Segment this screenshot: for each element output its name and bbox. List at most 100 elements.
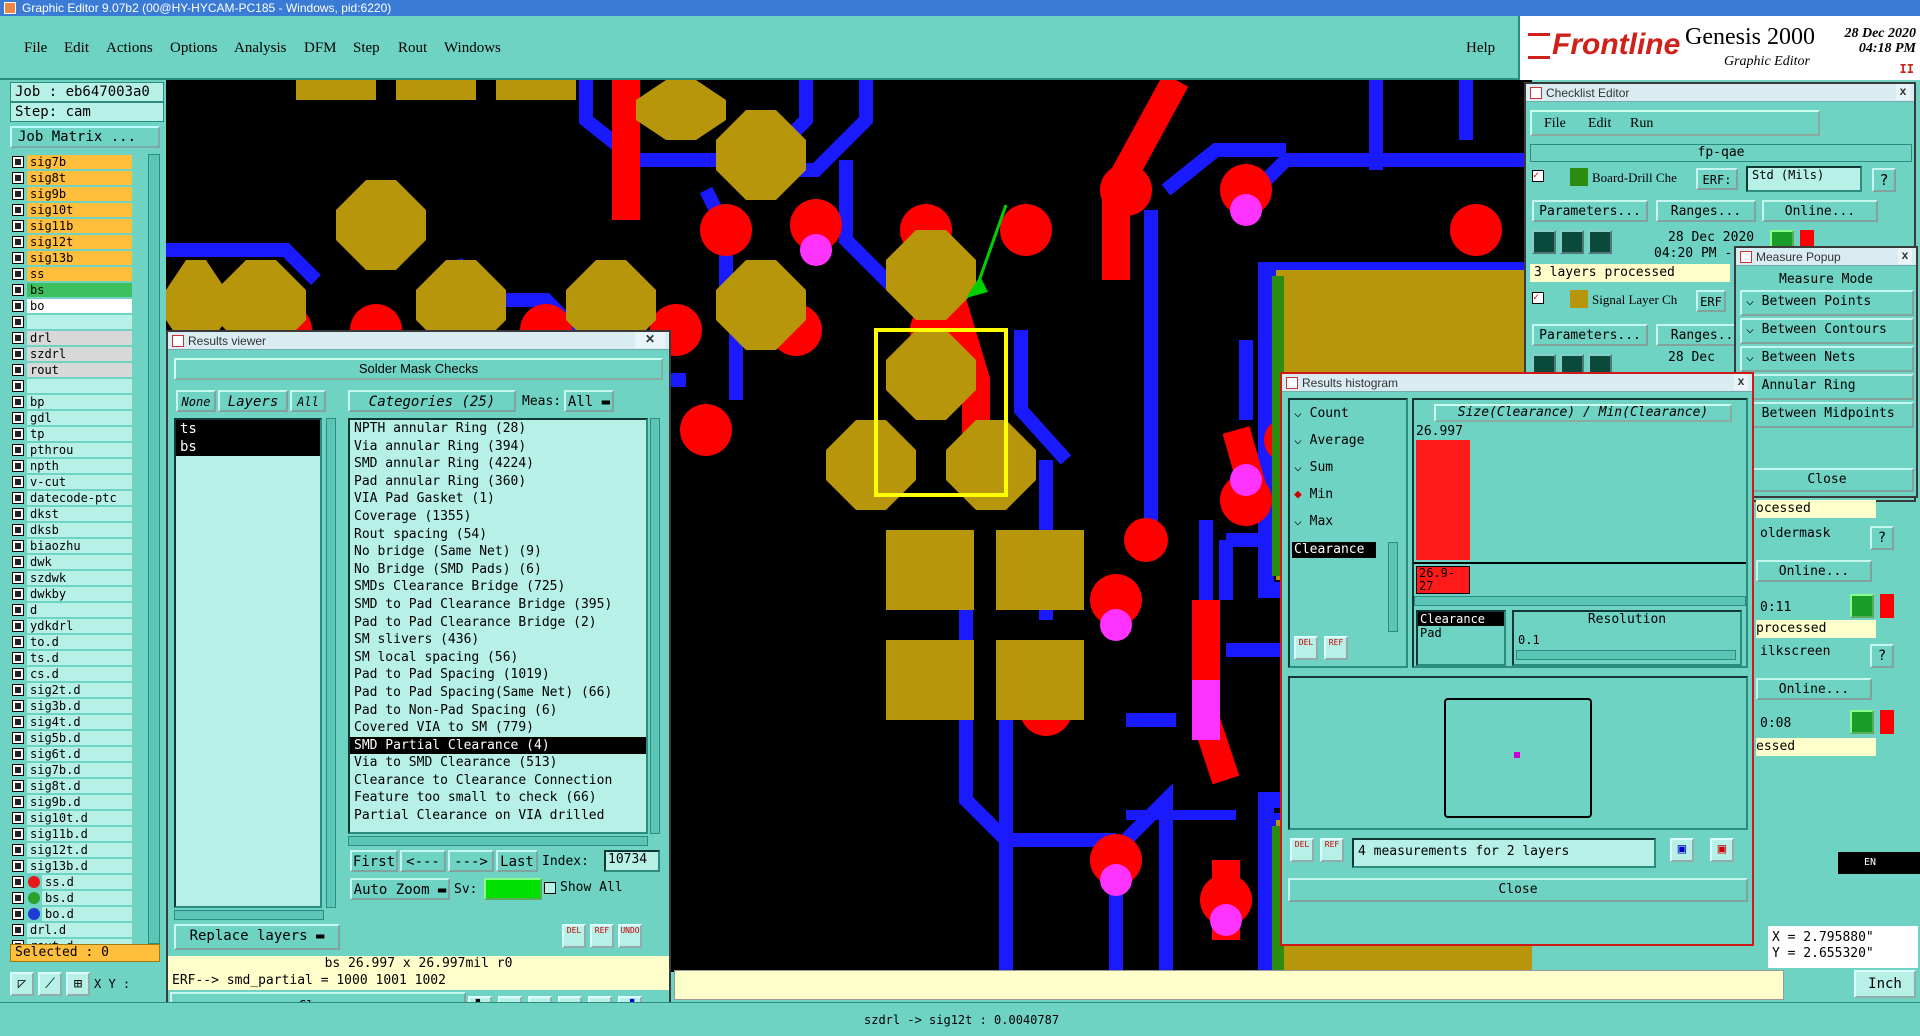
layer-checkbox[interactable] bbox=[12, 828, 24, 840]
layer-checkbox[interactable] bbox=[12, 428, 24, 440]
layer-name[interactable]: dksb bbox=[27, 523, 132, 537]
layer-name[interactable]: ts.d bbox=[27, 651, 132, 665]
layer-row[interactable]: sig11b.d bbox=[12, 826, 132, 842]
layer-row[interactable]: cs.d bbox=[12, 666, 132, 682]
layer-name[interactable]: sig8t.d bbox=[27, 779, 132, 793]
category-item[interactable]: SM local spacing (56) bbox=[350, 649, 646, 667]
first-button[interactable]: First bbox=[350, 850, 398, 872]
menu-options[interactable]: Options bbox=[170, 40, 218, 57]
checklist-menu-run[interactable]: Run bbox=[1630, 116, 1653, 132]
layer-name[interactable]: bs.d bbox=[42, 891, 132, 905]
layer-name[interactable]: sig8t bbox=[27, 171, 132, 185]
layer-row[interactable]: sig10t bbox=[12, 202, 132, 218]
layer-checkbox[interactable] bbox=[12, 892, 24, 904]
menu-rout[interactable]: Rout bbox=[398, 40, 427, 57]
replace-layers-select[interactable]: Replace layers ▬ bbox=[174, 924, 340, 950]
category-item[interactable]: NPTH annular Ring (28) bbox=[350, 420, 646, 438]
layer-row[interactable]: biaozhu bbox=[12, 538, 132, 554]
histogram-close-button[interactable]: Close bbox=[1288, 878, 1748, 902]
layer-name[interactable]: bs bbox=[27, 283, 132, 297]
layer-checkbox[interactable] bbox=[12, 796, 24, 808]
category-item[interactable]: SMD to Pad Clearance Bridge (395) bbox=[350, 596, 646, 614]
layer-name[interactable]: tp bbox=[27, 427, 132, 441]
layer-checkbox[interactable] bbox=[12, 716, 24, 728]
fragment-online-button-2[interactable]: Online... bbox=[1756, 678, 1872, 700]
menu-edit[interactable]: Edit bbox=[64, 40, 89, 57]
category-item[interactable]: Pad to Pad Spacing (1019) bbox=[350, 666, 646, 684]
category-item[interactable]: SMD Partial Clearance (4) bbox=[350, 736, 646, 755]
category-item[interactable]: SM slivers (436) bbox=[350, 631, 646, 649]
layer-name[interactable]: sig7b bbox=[27, 155, 132, 169]
layer-name[interactable]: cs.d bbox=[27, 667, 132, 681]
close-icon[interactable]: x bbox=[1896, 84, 1910, 100]
layer-checkbox[interactable] bbox=[12, 764, 24, 776]
ref-icon[interactable]: REF bbox=[590, 924, 614, 948]
layer-row[interactable]: bp bbox=[12, 394, 132, 410]
layer-row[interactable]: sig9b.d bbox=[12, 794, 132, 810]
layer-row[interactable]: dwk bbox=[12, 554, 132, 570]
layer-name[interactable]: bo bbox=[27, 299, 132, 313]
layer-row[interactable]: sig11b bbox=[12, 218, 132, 234]
layer-row[interactable]: ydkdrl bbox=[12, 618, 132, 634]
layer-name[interactable]: datecode-ptc bbox=[27, 491, 132, 505]
layer-row[interactable]: datecode-ptc bbox=[12, 490, 132, 506]
layer-color-dot[interactable] bbox=[28, 892, 40, 904]
zoom-icon[interactable]: ▣ bbox=[1670, 838, 1694, 862]
stat-count[interactable]: ⌵ Count bbox=[1294, 406, 1349, 421]
layer-color-dot[interactable] bbox=[28, 876, 40, 888]
layer-checkbox[interactable] bbox=[12, 172, 24, 184]
layer-name[interactable]: dwk bbox=[27, 555, 132, 569]
attribute-list-item[interactable]: Clearance bbox=[1292, 542, 1376, 558]
category-item[interactable]: Covered VIA to SM (779) bbox=[350, 719, 646, 737]
menu-analysis[interactable]: Analysis bbox=[234, 40, 287, 57]
category-item[interactable]: Clearance to Clearance Connection bbox=[350, 772, 646, 790]
layer-checkbox[interactable] bbox=[12, 268, 24, 280]
layer-row[interactable]: ss bbox=[12, 266, 132, 282]
del-icon[interactable]: DEL bbox=[562, 924, 586, 948]
menu-dfm[interactable]: DFM bbox=[304, 40, 337, 57]
layer-checkbox[interactable] bbox=[12, 508, 24, 520]
layer-name[interactable]: sig4t.d bbox=[27, 715, 132, 729]
layer-row[interactable]: sig2t.d bbox=[12, 682, 132, 698]
layer-checkbox[interactable] bbox=[12, 348, 24, 360]
categories-hscrollbar[interactable] bbox=[348, 836, 648, 846]
layer-checkbox[interactable] bbox=[12, 396, 24, 408]
help-icon[interactable]: ? bbox=[1870, 644, 1894, 668]
layer-row[interactable]: sig5b.d bbox=[12, 730, 132, 746]
attr-scrollbar[interactable] bbox=[1388, 542, 1398, 632]
layer-checkbox[interactable] bbox=[12, 236, 24, 248]
layer-row[interactable] bbox=[12, 378, 132, 394]
layer-row[interactable]: sig12t bbox=[12, 234, 132, 250]
layer-checkbox[interactable] bbox=[12, 924, 24, 936]
menu-help[interactable]: Help bbox=[1466, 40, 1495, 57]
layer-name[interactable]: bo.d bbox=[42, 907, 132, 921]
list-item[interactable]: Clearance bbox=[1418, 612, 1504, 626]
layer-row[interactable] bbox=[12, 314, 132, 330]
check2-erf-button[interactable]: ERF bbox=[1696, 290, 1726, 312]
layer-checkbox[interactable] bbox=[12, 684, 24, 696]
layer-row[interactable]: v-cut bbox=[12, 474, 132, 490]
job-matrix-button[interactable]: Job Matrix ... bbox=[10, 126, 160, 148]
measure-close-button[interactable]: Close bbox=[1740, 468, 1914, 492]
show-all-checkbox[interactable] bbox=[544, 882, 556, 894]
layer-row[interactable]: sig12t.d bbox=[12, 842, 132, 858]
layer-name[interactable]: sig6t.d bbox=[27, 747, 132, 761]
check2-checkbox[interactable]: ✓ bbox=[1532, 292, 1544, 304]
layer-name[interactable]: sig13b bbox=[27, 251, 132, 265]
layer-name[interactable] bbox=[27, 379, 132, 393]
layer-name[interactable]: d bbox=[27, 603, 132, 617]
layer-name[interactable]: ss bbox=[27, 267, 132, 281]
layer-color-dot[interactable] bbox=[28, 908, 40, 920]
category-item[interactable]: Pad to Pad Clearance Bridge (2) bbox=[350, 614, 646, 632]
layer-checkbox[interactable] bbox=[12, 588, 24, 600]
layer-name[interactable]: ydkdrl bbox=[27, 619, 132, 633]
layer-checkbox[interactable] bbox=[12, 460, 24, 472]
layer-row[interactable]: ts.d bbox=[12, 650, 132, 666]
result-icon[interactable] bbox=[1850, 710, 1874, 734]
stat-max[interactable]: ⌵ Max bbox=[1294, 514, 1333, 529]
zoom-tool-icon[interactable]: ◸ bbox=[10, 972, 34, 996]
ref-icon[interactable]: REF bbox=[1320, 838, 1344, 862]
layer-name[interactable]: sig12t.d bbox=[27, 843, 132, 857]
histogram-bar[interactable] bbox=[1416, 440, 1470, 560]
layer-row[interactable]: tp bbox=[12, 426, 132, 442]
